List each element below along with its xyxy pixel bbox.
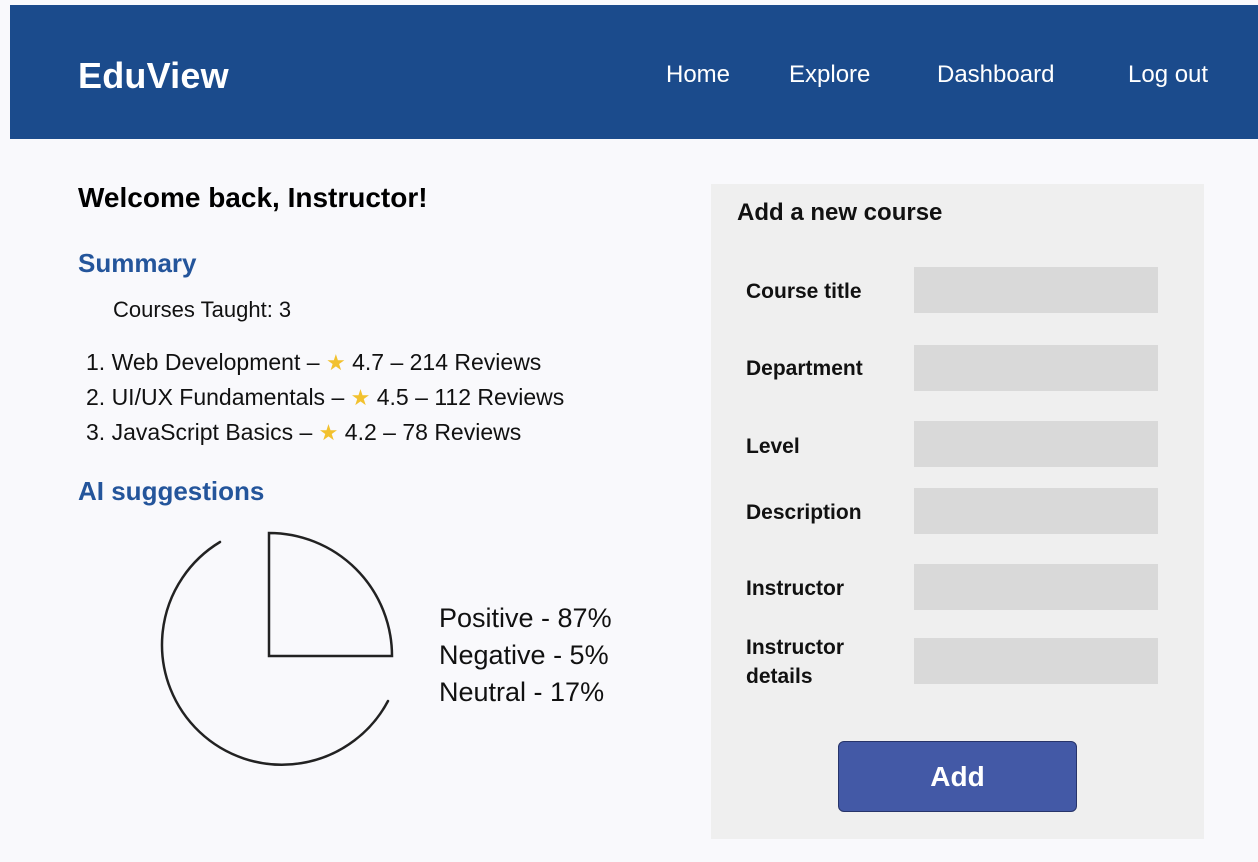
instructor-details-input[interactable]: [914, 638, 1158, 684]
add-course-button[interactable]: Add: [838, 741, 1077, 812]
nav-logout-link[interactable]: Log out: [1128, 61, 1208, 89]
pie-slice-outline: [160, 540, 390, 766]
course-separator: –: [415, 384, 428, 410]
course-list-item: 3. JavaScript Basics – ★ 4.2 – 78 Review…: [86, 415, 564, 450]
instructor-input[interactable]: [914, 564, 1158, 610]
star-icon: ★: [318, 420, 339, 445]
course-reviews: 78 Reviews: [402, 419, 522, 445]
add-course-panel: Add a new course Course title Department…: [711, 184, 1204, 839]
course-list-item: 1. Web Development – ★ 4.7 – 214 Reviews: [86, 345, 564, 380]
course-name: 3. JavaScript Basics –: [86, 419, 313, 445]
course-reviews: 112 Reviews: [434, 384, 565, 410]
star-icon: ★: [325, 350, 346, 375]
course-separator: –: [390, 349, 404, 375]
department-input[interactable]: [914, 345, 1158, 391]
course-name: 1. Web Development –: [86, 349, 320, 375]
summary-heading: Summary: [78, 248, 197, 278]
pie-slice-outline: [267, 531, 394, 658]
page: EduView Home Explore Dashboard Log out W…: [0, 0, 1258, 862]
department-label: Department: [746, 357, 863, 380]
course-list: 1. Web Development – ★ 4.7 – 214 Reviews…: [86, 345, 564, 450]
welcome-heading: Welcome back, Instructor!: [78, 182, 428, 213]
course-rating: 4.7: [352, 349, 385, 375]
ai-suggestions-heading: AI suggestions: [78, 476, 265, 506]
nav-dashboard-link[interactable]: Dashboard: [937, 61, 1054, 89]
course-name: 2. UI/UX Fundamentals –: [86, 384, 345, 410]
course-reviews: 214 Reviews: [409, 349, 542, 375]
chart-legend: Positive - 87% Negative - 5% Neutral - 1…: [439, 600, 612, 711]
top-navigation-bar: EduView Home Explore Dashboard Log out: [10, 5, 1258, 139]
description-label: Description: [746, 501, 862, 524]
description-input[interactable]: [914, 488, 1158, 534]
nav-explore-link[interactable]: Explore: [789, 61, 870, 89]
instructor-details-label: Instructor details: [746, 636, 845, 688]
course-separator: –: [383, 419, 396, 445]
star-icon: ★: [350, 385, 371, 410]
course-list-item: 2. UI/UX Fundamentals – ★ 4.5 – 112 Revi…: [86, 380, 564, 415]
legend-item-negative: Negative - 5%: [439, 640, 609, 670]
course-rating: 4.2: [344, 419, 377, 445]
level-label: Level: [746, 435, 800, 458]
nav-home-link[interactable]: Home: [666, 61, 730, 89]
courses-taught-count: Courses Taught: 3: [113, 297, 292, 322]
brand-logo[interactable]: EduView: [78, 55, 229, 97]
legend-item-positive: Positive - 87%: [439, 603, 612, 633]
instructor-label: Instructor: [746, 577, 845, 600]
course-title-label: Course title: [746, 280, 862, 303]
course-title-input[interactable]: [914, 267, 1158, 313]
course-rating: 4.5: [376, 384, 409, 410]
pie-chart-svg: [160, 531, 394, 766]
legend-item-neutral: Neutral - 17%: [439, 677, 605, 707]
sentiment-pie-chart: [130, 520, 410, 790]
add-course-title: Add a new course: [737, 199, 943, 226]
level-input[interactable]: [914, 421, 1158, 467]
